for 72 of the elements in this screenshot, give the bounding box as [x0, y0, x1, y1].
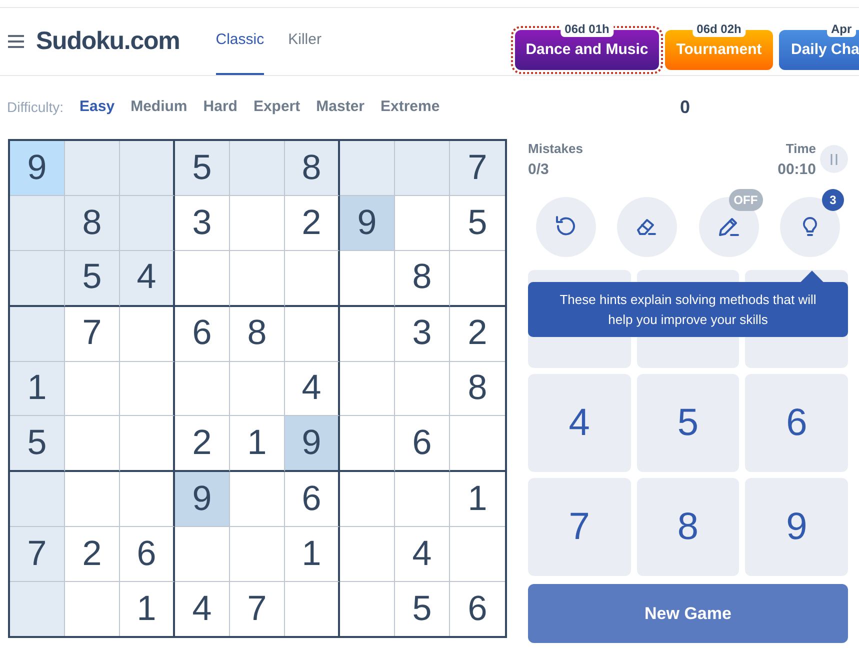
sudoku-cell[interactable]: 4 — [395, 527, 450, 582]
sudoku-cell[interactable]: 1 — [285, 527, 340, 582]
sudoku-cell[interactable]: 9 — [285, 416, 340, 472]
mistakes-label: Mistakes — [528, 140, 583, 158]
sudoku-cell[interactable]: 2 — [285, 196, 340, 251]
sudoku-cell[interactable]: 9 — [340, 196, 395, 251]
sudoku-cell[interactable]: 8 — [395, 250, 450, 307]
sudoku-cell[interactable]: 6 — [120, 527, 175, 582]
sudoku-cell[interactable] — [120, 362, 175, 416]
sudoku-cell[interactable]: 8 — [285, 141, 340, 196]
number-button[interactable]: 7 — [528, 478, 631, 576]
sudoku-cell[interactable] — [120, 472, 175, 528]
hint-count-badge: 3 — [822, 189, 844, 211]
difficulty-option[interactable]: Extreme — [380, 96, 440, 119]
sudoku-cell[interactable]: 9 — [175, 472, 230, 528]
sudoku-cell[interactable]: 5 — [10, 416, 65, 472]
number-button[interactable]: 6 — [745, 374, 848, 472]
sudoku-cell[interactable]: 2 — [65, 527, 120, 582]
sudoku-cell[interactable]: 8 — [450, 362, 505, 416]
sudoku-cell[interactable]: 3 — [175, 196, 230, 251]
sudoku-cell[interactable] — [285, 306, 340, 362]
mistakes-count: 0/3 — [528, 160, 550, 180]
sudoku-cell[interactable] — [120, 306, 175, 362]
sudoku-cell[interactable]: 4 — [120, 250, 175, 307]
time-label: Time — [786, 140, 816, 158]
hint-tooltip: These hints explain solving methods that will help you improve your skills — [528, 282, 848, 337]
new-game-button[interactable]: New Game — [528, 584, 848, 643]
sudoku-cell[interactable] — [120, 141, 175, 196]
timer-badge: 06d 01h — [560, 22, 614, 37]
sudoku-cell[interactable]: 6 — [395, 416, 450, 472]
sudoku-cell[interactable]: 6 — [285, 472, 340, 528]
sudoku-cell[interactable]: 4 — [285, 362, 340, 416]
difficulty-option[interactable]: Easy — [80, 96, 115, 119]
number-button[interactable]: 5 — [636, 374, 740, 472]
menu-button[interactable] — [8, 34, 24, 48]
sudoku-cell[interactable]: 8 — [230, 306, 285, 362]
pencil-icon — [716, 215, 741, 239]
sudoku-cell[interactable]: 7 — [450, 141, 505, 196]
sudoku-cell[interactable] — [120, 196, 175, 251]
pause-icon — [830, 154, 838, 164]
number-button[interactable]: 8 — [636, 478, 740, 576]
timer: 00:10 — [778, 160, 816, 180]
notes-status-badge: OFF — [728, 189, 763, 211]
sudoku-cell[interactable] — [120, 416, 175, 472]
sudoku-cell[interactable]: 2 — [175, 416, 230, 472]
sudoku-cell[interactable]: 1 — [230, 416, 285, 472]
number-button[interactable]: 4 — [528, 374, 631, 472]
sudoku-cell[interactable]: 7 — [10, 527, 65, 582]
menu-icon — [8, 35, 24, 48]
timer-badge: Apr — [827, 22, 856, 37]
mode-tab[interactable]: Classic — [216, 8, 264, 75]
mode-tab[interactable]: Killer — [288, 8, 322, 75]
number-button[interactable]: 9 — [745, 478, 848, 576]
sudoku-cell[interactable]: 8 — [65, 196, 120, 251]
difficulty-option[interactable]: Medium — [130, 96, 188, 119]
sudoku-cell[interactable]: 5 — [65, 250, 120, 307]
sudoku-cell[interactable] — [285, 250, 340, 307]
difficulty-option[interactable]: Hard — [203, 96, 238, 119]
difficulty-option[interactable]: Master — [316, 96, 364, 119]
difficulty-option[interactable]: Expert — [253, 96, 300, 119]
sudoku-cell[interactable]: 7 — [65, 306, 120, 362]
difficulty-label: Difficulty: — [7, 98, 64, 117]
sudoku-cell[interactable]: 6 — [175, 306, 230, 362]
pause-button[interactable] — [820, 145, 848, 173]
sudoku-cell[interactable]: 2 — [450, 306, 505, 362]
logo[interactable]: Sudoku.com — [36, 22, 180, 60]
sudoku-cell[interactable]: 9 — [10, 141, 65, 196]
timer-badge: 06d 02h — [692, 22, 746, 37]
sudoku-cell[interactable]: 3 — [395, 306, 450, 362]
sudoku-cell[interactable]: 5 — [175, 141, 230, 196]
sudoku-cell[interactable]: 1 — [10, 362, 65, 416]
score: 0 — [680, 96, 690, 119]
